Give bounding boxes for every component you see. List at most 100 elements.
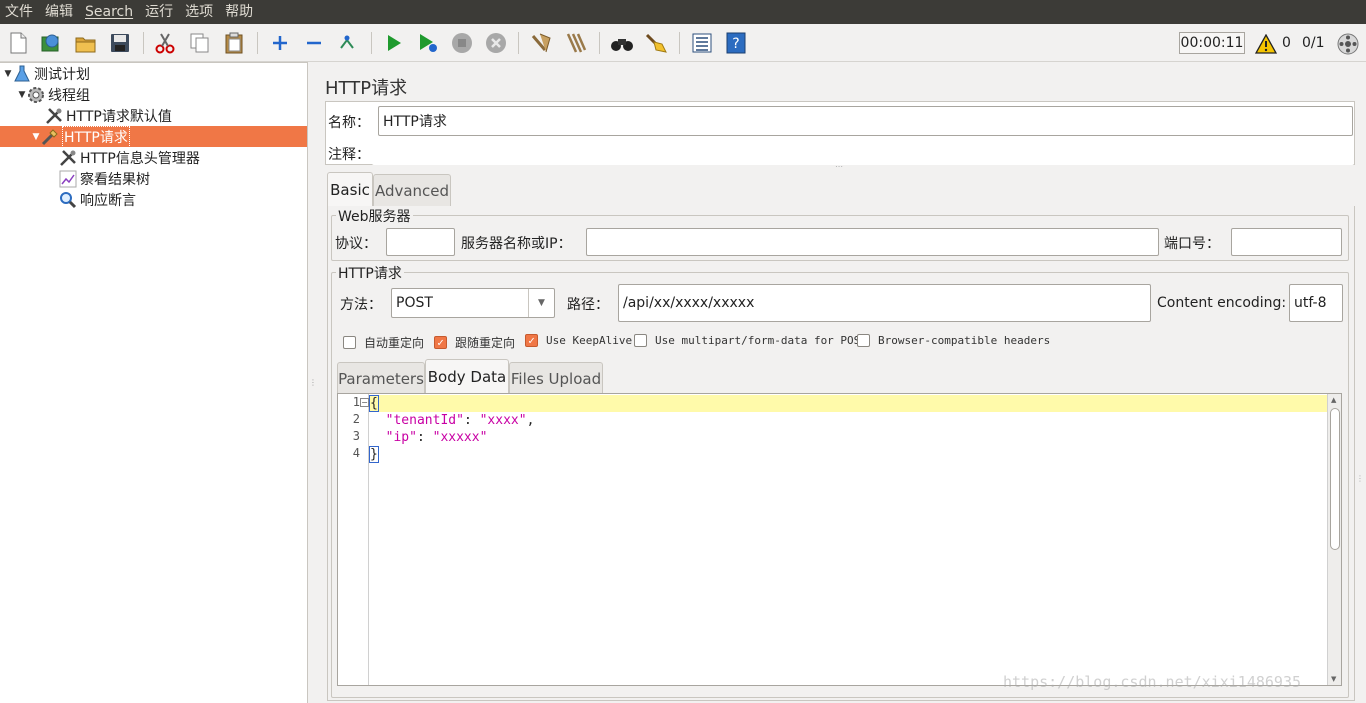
protocol-input[interactable] <box>386 228 455 256</box>
help-icon[interactable]: ? <box>724 31 748 55</box>
elapsed-timer: 00:00:11 <box>1179 32 1245 54</box>
tree-item-label: HTTP信息头管理器 <box>80 150 200 167</box>
clear-icon[interactable] <box>529 31 553 55</box>
sampler-icon <box>41 128 59 146</box>
protocol-label: 协议： <box>335 236 377 252</box>
http-request-title: HTTP请求 <box>336 263 404 283</box>
code-token: "ip" <box>385 430 417 445</box>
body-data-editor[interactable]: 1 − 2 3 4 { "tenantId": "xxxx", "ip": "x… <box>337 393 1342 686</box>
start-no-pause-icon[interactable] <box>416 31 440 55</box>
toolbar-separator <box>599 32 600 54</box>
auto-redirect-checkbox[interactable]: 自动重定向 <box>343 334 424 351</box>
copy-icon[interactable] <box>188 31 212 55</box>
server-input[interactable] <box>586 228 1159 256</box>
tab-files-upload[interactable]: Files Upload <box>509 362 603 394</box>
fold-icon[interactable]: − <box>360 398 369 407</box>
search-icon[interactable] <box>610 31 634 55</box>
function-helper-icon[interactable] <box>690 31 714 55</box>
menu-file[interactable]: 文件 <box>0 0 39 24</box>
path-input[interactable]: /api/xx/xxxx/xxxxx <box>618 284 1151 322</box>
port-label: 端口号： <box>1164 236 1220 252</box>
code-token: "tenantId" <box>385 413 464 428</box>
checkbox-box[interactable] <box>857 334 870 347</box>
save-icon[interactable] <box>108 31 132 55</box>
tree-item-response-assertion[interactable]: 响应断言 <box>0 189 307 210</box>
port-input[interactable] <box>1231 228 1342 256</box>
code-token: : <box>463 413 480 428</box>
checkbox-box[interactable] <box>634 334 647 347</box>
tree-item-results-tree[interactable]: 察看结果树 <box>0 168 307 189</box>
name-input[interactable]: HTTP请求 <box>378 106 1353 136</box>
chevron-down-icon[interactable]: ▼ <box>528 289 554 317</box>
vertical-scrollbar[interactable]: ▲ ▼ <box>1327 394 1341 685</box>
method-select[interactable]: POST ▼ <box>391 288 555 318</box>
scroll-down-icon[interactable]: ▼ <box>1331 675 1336 683</box>
code-line-1[interactable]: { <box>369 395 1327 412</box>
toolbar-separator <box>518 32 519 54</box>
content-encoding-input[interactable]: utf-8 <box>1289 284 1343 322</box>
comment-input[interactable] <box>372 139 1354 165</box>
tree-item-http-defaults[interactable]: HTTP请求默认值 <box>0 105 307 126</box>
tab-body-data[interactable]: Body Data <box>425 359 509 393</box>
code-token: { <box>369 395 379 412</box>
keepalive-checkbox[interactable]: ✓ Use KeepAlive <box>525 334 632 347</box>
tree-item-label: HTTP请求默认值 <box>66 108 172 125</box>
checkmark-icon[interactable]: ✓ <box>525 334 538 347</box>
expanded-arrow-icon[interactable]: ▼ <box>17 90 27 100</box>
code-token: : <box>416 430 433 445</box>
expanded-arrow-icon[interactable]: ▼ <box>3 69 13 79</box>
code-line-2[interactable]: "tenantId": "xxxx", <box>370 412 535 429</box>
checkmark-icon[interactable]: ✓ <box>434 336 447 349</box>
menu-edit[interactable]: 编辑 <box>39 0 79 24</box>
scrollbar-thumb[interactable] <box>1330 408 1340 550</box>
checkbox-box[interactable] <box>343 336 356 349</box>
tab-advanced[interactable]: Advanced <box>373 174 451 206</box>
reset-search-icon[interactable] <box>644 31 668 55</box>
scroll-up-icon[interactable]: ▲ <box>1331 396 1336 404</box>
menu-search[interactable]: Search <box>79 0 139 24</box>
config-icon <box>45 107 63 125</box>
code-line-4[interactable]: } <box>369 446 379 463</box>
menu-run[interactable]: 运行 <box>139 0 179 24</box>
follow-redirect-checkbox[interactable]: ✓ 跟随重定向 <box>434 334 515 351</box>
open-icon[interactable] <box>74 31 98 55</box>
cut-icon[interactable] <box>153 31 177 55</box>
side-resize-grip[interactable]: ⋮ <box>1356 474 1364 483</box>
menu-options[interactable]: 选项 <box>179 0 219 24</box>
code-line-3[interactable]: "ip": "xxxxx" <box>370 429 488 446</box>
sampler-panel: HTTP请求 名称： HTTP请求 注释： ⋯ Basic Advanced W… <box>314 62 1366 703</box>
tab-parameters[interactable]: Parameters <box>337 362 425 394</box>
assertion-icon <box>59 191 77 209</box>
tree-item-http-request[interactable]: ▼ HTTP请求 <box>0 125 307 148</box>
browser-headers-checkbox[interactable]: Browser-compatible headers <box>857 334 1050 347</box>
tab-basic[interactable]: Basic <box>327 172 373 206</box>
tree-item-header-manager[interactable]: HTTP信息头管理器 <box>0 147 307 168</box>
warning-icon[interactable] <box>1255 32 1277 56</box>
expand-icon[interactable] <box>268 31 292 55</box>
method-label: 方法： <box>340 297 382 313</box>
shutdown-icon[interactable] <box>484 31 508 55</box>
test-plan-tree[interactable]: ▼ 测试计划 ▼ 线程组 HTTP请求默认值 ▼ HTTP请求 HTTP信息头管… <box>0 62 308 703</box>
start-icon[interactable] <box>382 31 406 55</box>
new-icon[interactable] <box>6 31 30 55</box>
clear-all-icon[interactable] <box>564 31 588 55</box>
toolbar-separator <box>143 32 144 54</box>
watermark: https://blog.csdn.net/xixi1486935 <box>1003 673 1302 691</box>
tree-item-label: HTTP请求 <box>62 125 130 148</box>
tree-item-thread-group[interactable]: ▼ 线程组 <box>0 84 307 105</box>
toggle-icon[interactable] <box>336 31 360 55</box>
code-token: } <box>369 446 379 463</box>
splitter-handle[interactable]: ⋮ <box>309 378 317 388</box>
collapse-icon[interactable] <box>302 31 326 55</box>
expanded-arrow-icon[interactable]: ▼ <box>31 132 41 142</box>
resize-grip[interactable]: ⋯ <box>835 162 843 171</box>
svg-text:?: ? <box>732 36 739 52</box>
stop-icon[interactable] <box>450 31 474 55</box>
method-value: POST <box>396 295 433 311</box>
menu-help[interactable]: 帮助 <box>219 0 259 24</box>
multipart-checkbox[interactable]: Use multipart/form-data for POST <box>634 334 867 347</box>
toolbar-separator <box>257 32 258 54</box>
templates-icon[interactable] <box>39 31 63 55</box>
tree-item-test-plan[interactable]: ▼ 测试计划 <box>0 63 307 84</box>
paste-icon[interactable] <box>222 31 246 55</box>
